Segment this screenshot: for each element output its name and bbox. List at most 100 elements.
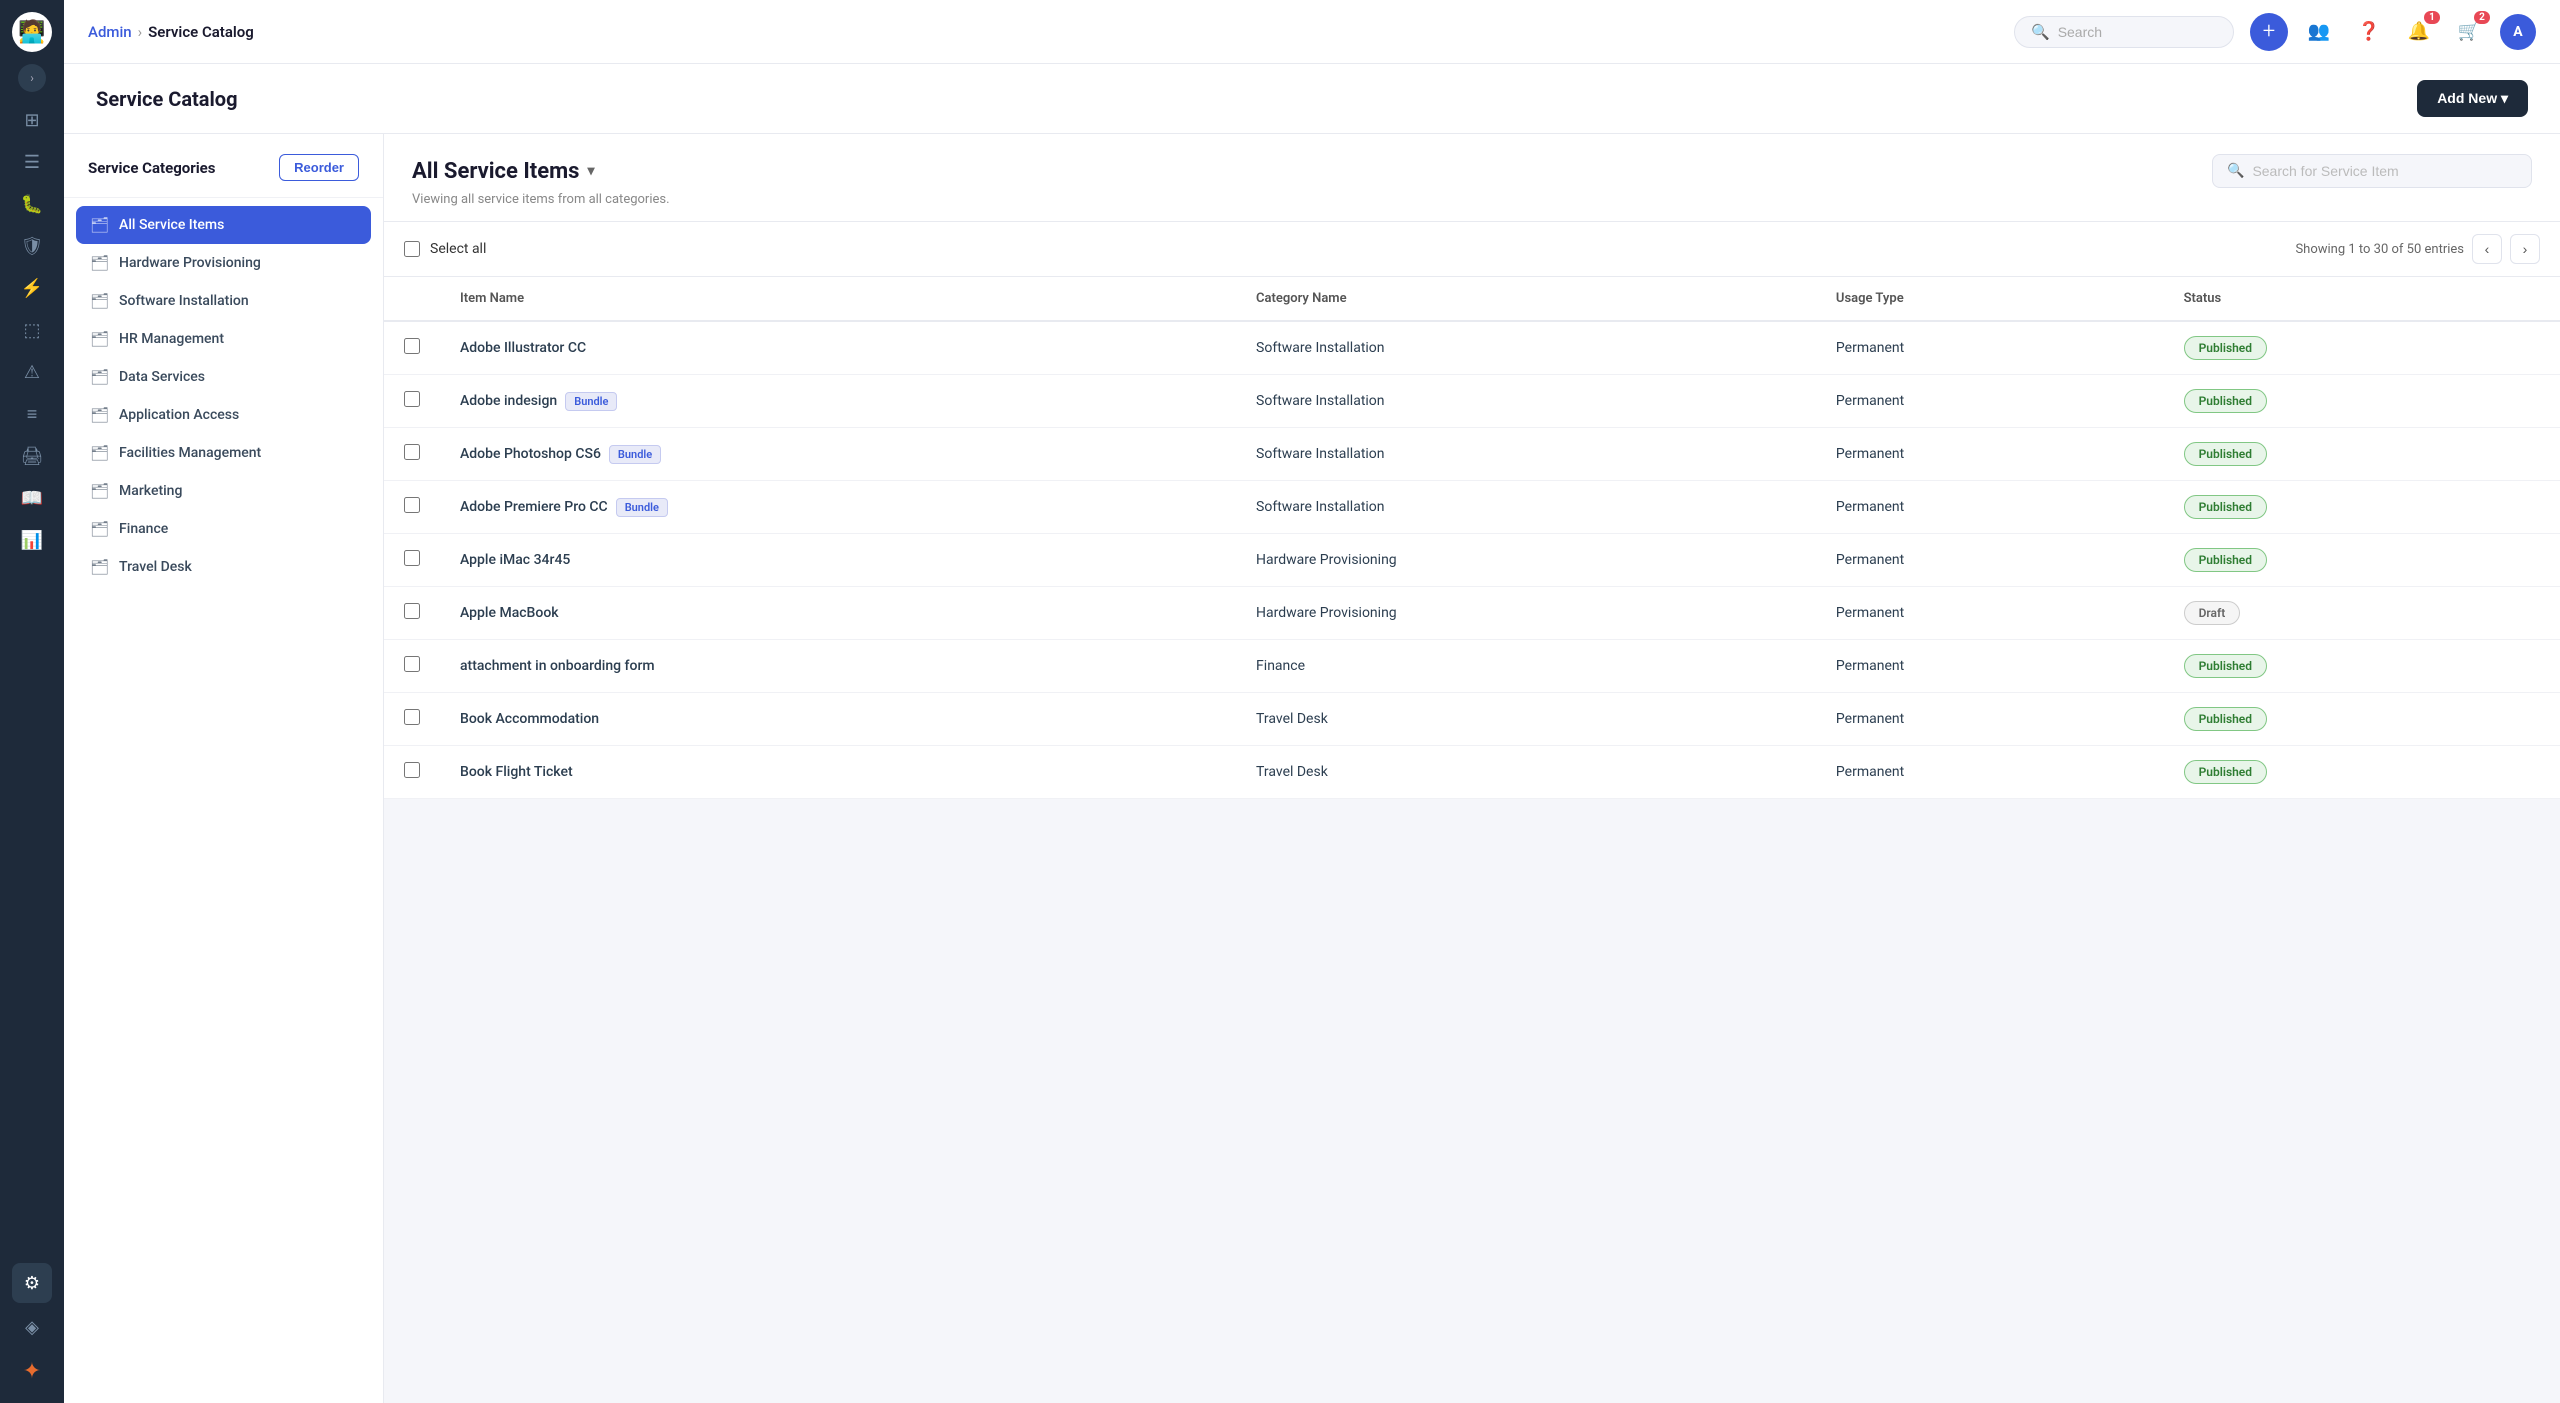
- item-name-text: Book Accommodation: [460, 711, 1216, 727]
- breadcrumb-parent[interactable]: Admin: [88, 23, 132, 41]
- table-row[interactable]: attachment in onboarding form Finance Pe…: [384, 640, 2560, 693]
- row-category: Travel Desk: [1236, 746, 1816, 799]
- row-checkbox[interactable]: [404, 762, 420, 778]
- row-checkbox[interactable]: [404, 391, 420, 407]
- contacts-button[interactable]: 👥: [2300, 13, 2338, 51]
- book-icon[interactable]: 📖: [12, 478, 52, 518]
- add-new-button[interactable]: +: [2250, 13, 2288, 51]
- row-status: Published: [2164, 534, 2560, 587]
- global-search-box[interactable]: 🔍: [2014, 16, 2234, 48]
- row-usage-type: Permanent: [1816, 640, 2164, 693]
- help-button[interactable]: ❓: [2350, 13, 2388, 51]
- select-all-checkbox[interactable]: [404, 241, 420, 257]
- next-page-button[interactable]: ›: [2510, 234, 2540, 264]
- row-status: Published: [2164, 321, 2560, 375]
- row-item-name: Adobe Illustrator CC: [440, 321, 1236, 375]
- bolt-icon[interactable]: ⚡: [12, 268, 52, 308]
- cart-button[interactable]: 🛒 2: [2450, 13, 2488, 51]
- reorder-button[interactable]: Reorder: [279, 154, 359, 181]
- item-name-text: Apple MacBook: [460, 605, 1216, 621]
- topnav-actions: + 👥 ❓ 🔔 1 🛒 2 A: [2250, 13, 2536, 51]
- table-title[interactable]: All Service Items ▾: [412, 159, 595, 184]
- row-checkbox[interactable]: [404, 444, 420, 460]
- category-item-0[interactable]: 🗂All Service Items: [76, 206, 371, 244]
- warning-icon[interactable]: ⚠: [12, 352, 52, 392]
- row-category: Software Installation: [1236, 428, 1816, 481]
- table-row[interactable]: Adobe Photoshop CS6 Bundle Software Inst…: [384, 428, 2560, 481]
- status-badge: Draft: [2184, 601, 2241, 625]
- table-title-row: All Service Items ▾ 🔍: [412, 154, 2532, 188]
- inbox-icon[interactable]: ☰: [12, 142, 52, 182]
- row-checkbox[interactable]: [404, 550, 420, 566]
- table-row[interactable]: Adobe Illustrator CC Software Installati…: [384, 321, 2560, 375]
- prev-page-button[interactable]: ‹: [2472, 234, 2502, 264]
- category-item-3[interactable]: 🗂HR Management: [76, 320, 371, 358]
- table-row[interactable]: Apple iMac 34r45 Hardware Provisioning P…: [384, 534, 2560, 587]
- category-label: Finance: [119, 521, 168, 537]
- chart-icon[interactable]: 📊: [12, 520, 52, 560]
- page-header: Service Catalog Add New ▾: [64, 64, 2560, 134]
- folder-icon: 🗂: [90, 368, 109, 386]
- zoho-icon[interactable]: ✦: [12, 1351, 52, 1391]
- folder-icon: 🗂: [90, 406, 109, 424]
- select-all-row: Select all Showing 1 to 30 of 50 entries…: [384, 222, 2560, 277]
- table-search-box[interactable]: 🔍: [2212, 154, 2532, 188]
- row-checkbox-cell: [384, 481, 440, 534]
- row-category: Software Installation: [1236, 481, 1816, 534]
- category-item-7[interactable]: 🗂Marketing: [76, 472, 371, 510]
- table-row[interactable]: Apple MacBook Hardware Provisioning Perm…: [384, 587, 2560, 640]
- add-new-btn[interactable]: Add New ▾: [2417, 80, 2528, 117]
- stack-icon[interactable]: ≡: [12, 394, 52, 434]
- layers-icon[interactable]: ⬚: [12, 310, 52, 350]
- sidebar-bottom-group: ⚙ ◈ ✦: [4, 1263, 60, 1391]
- item-name-text: Adobe indesign Bundle: [460, 392, 1216, 411]
- category-item-9[interactable]: 🗂Travel Desk: [76, 548, 371, 586]
- printer-icon[interactable]: 🖨: [12, 436, 52, 476]
- item-name-text: Adobe Illustrator CC: [460, 340, 1216, 356]
- category-item-1[interactable]: 🗂Hardware Provisioning: [76, 244, 371, 282]
- sidebar-toggle[interactable]: ›: [18, 64, 46, 92]
- row-checkbox-cell: [384, 587, 440, 640]
- row-status: Published: [2164, 428, 2560, 481]
- search-icon: 🔍: [2227, 163, 2244, 179]
- table-row[interactable]: Adobe Premiere Pro CC Bundle Software In…: [384, 481, 2560, 534]
- table-area: All Service Items ▾ 🔍 Viewing all servic…: [384, 134, 2560, 1403]
- shield-icon[interactable]: 🛡: [12, 226, 52, 266]
- category-label: Software Installation: [119, 293, 249, 309]
- category-item-6[interactable]: 🗂Facilities Management: [76, 434, 371, 472]
- row-usage-type: Permanent: [1816, 321, 2164, 375]
- breadcrumb-separator: ›: [138, 23, 143, 41]
- settings-icon[interactable]: ⚙: [12, 1263, 52, 1303]
- row-checkbox[interactable]: [404, 603, 420, 619]
- row-item-name: attachment in onboarding form: [440, 640, 1236, 693]
- select-all-label[interactable]: Select all: [404, 241, 486, 257]
- row-checkbox[interactable]: [404, 709, 420, 725]
- table-header-area: All Service Items ▾ 🔍 Viewing all servic…: [384, 134, 2560, 222]
- row-checkbox-cell: [384, 746, 440, 799]
- page-title: Service Catalog: [96, 87, 238, 111]
- cube-icon[interactable]: ◈: [12, 1307, 52, 1347]
- row-usage-type: Permanent: [1816, 587, 2164, 640]
- category-item-8[interactable]: 🗂Finance: [76, 510, 371, 548]
- bug-icon[interactable]: 🐛: [12, 184, 52, 224]
- category-item-2[interactable]: 🗂Software Installation: [76, 282, 371, 320]
- table-row[interactable]: Book Accommodation Travel Desk Permanent…: [384, 693, 2560, 746]
- table-row[interactable]: Book Flight Ticket Travel Desk Permanent…: [384, 746, 2560, 799]
- category-item-5[interactable]: 🗂Application Access: [76, 396, 371, 434]
- user-avatar[interactable]: A: [2500, 14, 2536, 50]
- table-search-input[interactable]: [2252, 163, 2517, 179]
- header-category-name: Category Name: [1236, 277, 1816, 321]
- row-checkbox[interactable]: [404, 338, 420, 354]
- table-row[interactable]: Adobe indesign Bundle Software Installat…: [384, 375, 2560, 428]
- row-category: Finance: [1236, 640, 1816, 693]
- row-item-name: Apple MacBook: [440, 587, 1236, 640]
- home-icon[interactable]: ⊞: [12, 100, 52, 140]
- folder-icon: 🗂: [90, 444, 109, 462]
- category-label: Hardware Provisioning: [119, 255, 261, 271]
- row-checkbox[interactable]: [404, 656, 420, 672]
- row-checkbox[interactable]: [404, 497, 420, 513]
- global-search-input[interactable]: [2058, 24, 2217, 40]
- table-subtitle: Viewing all service items from all categ…: [412, 192, 2532, 207]
- notifications-button[interactable]: 🔔 1: [2400, 13, 2438, 51]
- category-item-4[interactable]: 🗂Data Services: [76, 358, 371, 396]
